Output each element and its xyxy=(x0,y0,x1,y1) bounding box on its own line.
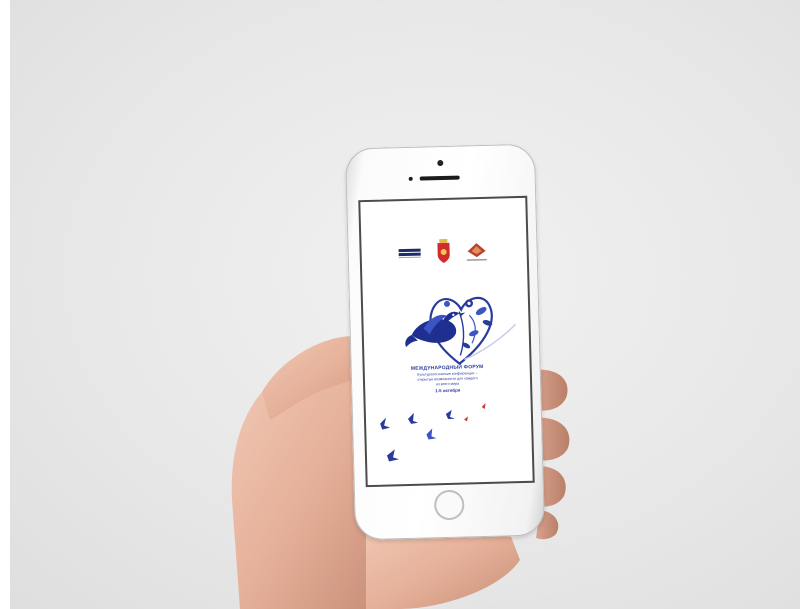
phone-screen: МЕЖДУНАРОДНЫЙ ФОРУМ Культурологические к… xyxy=(358,195,535,488)
forum-info: МЕЖДУНАРОДНЫЙ ФОРУМ Культурологические к… xyxy=(387,363,509,396)
museum-logo xyxy=(397,246,422,260)
diamond-logo-icon xyxy=(466,243,487,261)
smartphone: МЕЖДУНАРОДНЫЙ ФОРУМ Культурологические к… xyxy=(344,143,546,541)
photo-scene: МЕЖДУНАРОДНЫЙ ФОРУМ Культурологические к… xyxy=(0,0,800,609)
bird-icon xyxy=(445,409,456,419)
small-red-bird-icon xyxy=(464,416,468,422)
regional-crest-icon xyxy=(437,238,450,264)
flying-birds-decoration xyxy=(380,402,486,462)
folk-bird-heart-illustration xyxy=(405,296,517,366)
bird-icon xyxy=(380,417,391,430)
forum-date: 1-5 октября xyxy=(435,387,461,394)
bird-icon xyxy=(386,449,400,462)
logos-row xyxy=(361,236,527,270)
proximity-sensor xyxy=(408,176,413,181)
front-camera xyxy=(437,159,444,167)
bird-icon xyxy=(408,412,419,424)
bird-icon xyxy=(426,428,437,440)
small-red-bird-icon xyxy=(481,402,486,409)
earpiece-speaker xyxy=(419,175,460,181)
home-button[interactable] xyxy=(433,489,465,521)
